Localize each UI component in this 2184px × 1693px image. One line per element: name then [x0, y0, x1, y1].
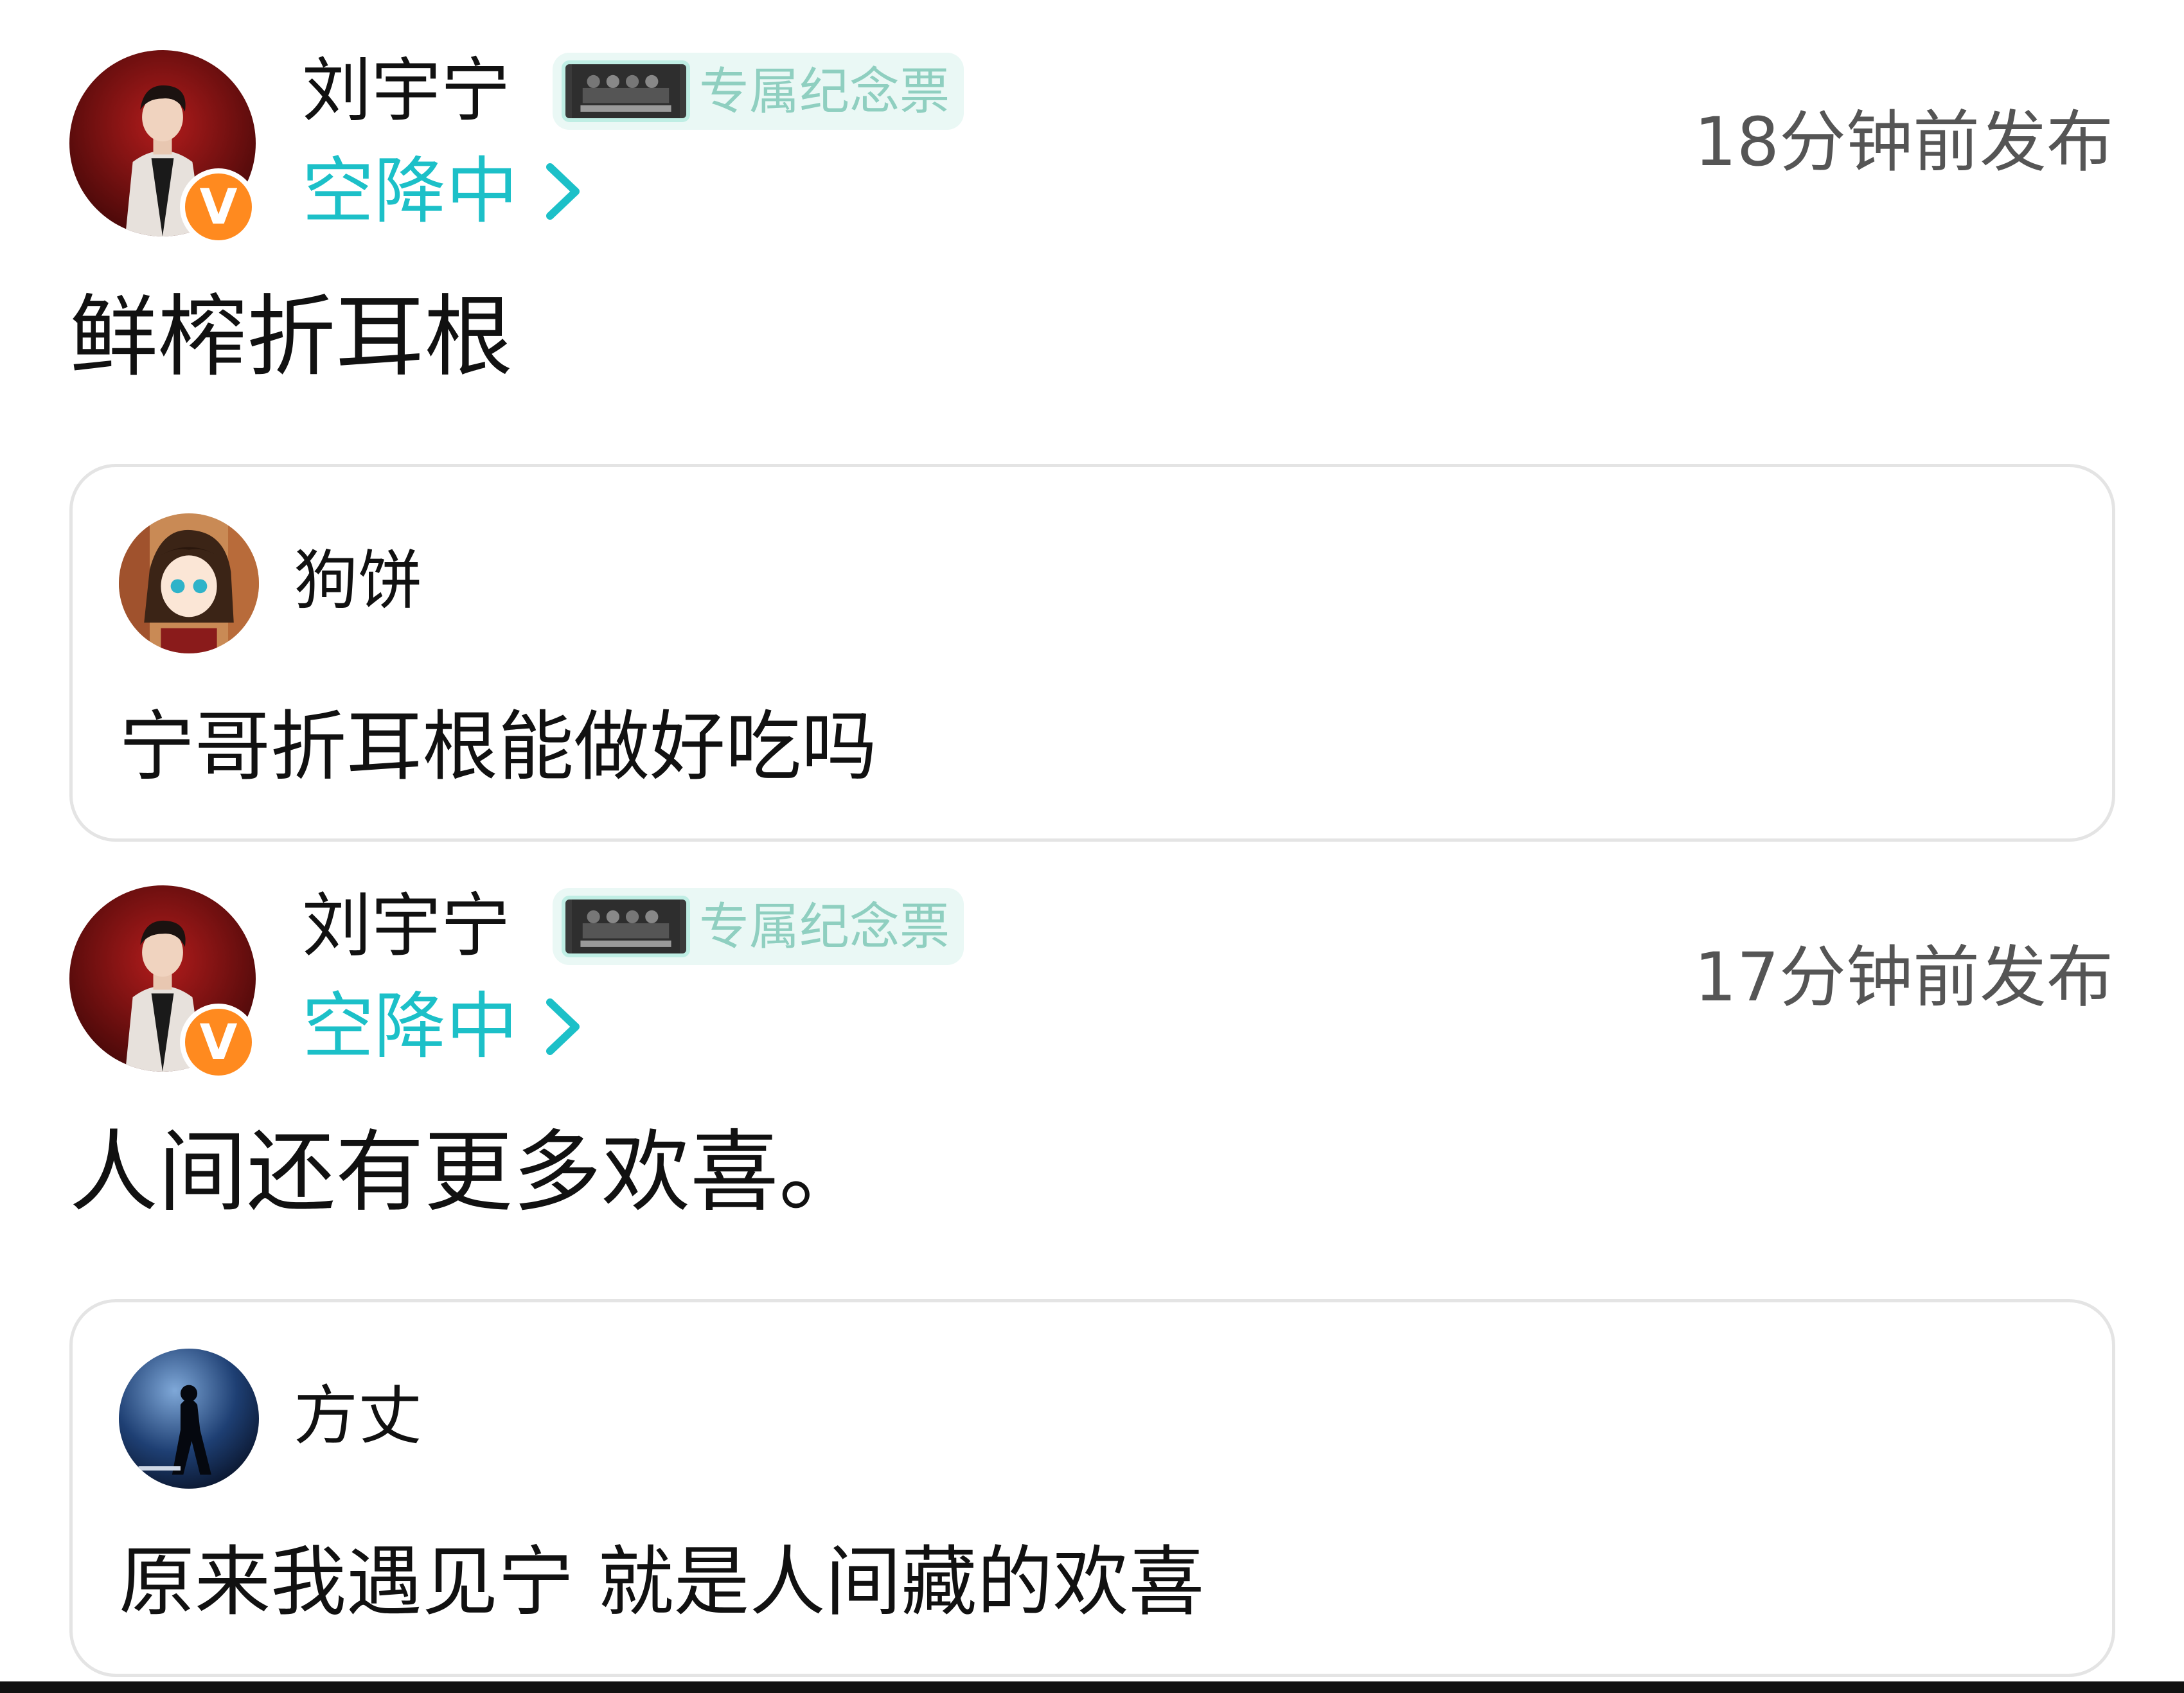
commemorative-ticket-badge[interactable]: 专属纪念票: [553, 53, 964, 130]
chevron-right-icon: [546, 163, 580, 220]
commemorative-ticket-badge[interactable]: 专属纪念票: [553, 888, 964, 965]
ticket-badge-label: 专属纪念票: [699, 63, 950, 121]
reply-card[interactable]: 方丈 原来我遇见宁 就是人间藏的欢喜: [69, 1299, 2115, 1677]
bottom-edge-bar: [0, 1681, 2184, 1693]
ticket-badge-label: 专属纪念票: [699, 898, 950, 956]
author-name[interactable]: 刘宇宁: [302, 882, 510, 971]
reply-avatar[interactable]: [119, 513, 259, 653]
verified-v-icon: V: [180, 1004, 257, 1081]
reply-text: 宁哥折耳根能做好吃吗: [119, 702, 878, 791]
live-status-label: 空降中: [302, 985, 518, 1068]
verified-v-icon: V: [180, 168, 257, 245]
reply-avatar-image: [119, 513, 259, 653]
post-text: 鲜榨折耳根: [69, 285, 513, 389]
ticket-thumbnail-icon: [562, 896, 690, 957]
reply-author-name[interactable]: 狗饼: [294, 539, 422, 623]
author-name[interactable]: 刘宇宁: [302, 46, 510, 136]
reply-text: 原来我遇见宁 就是人间藏的欢喜: [119, 1538, 1205, 1626]
reply-author-name[interactable]: 方丈: [294, 1374, 422, 1458]
post-text: 人间还有更多欢喜。: [69, 1121, 868, 1224]
chevron-right-icon: [546, 998, 580, 1055]
reply-avatar[interactable]: [119, 1349, 259, 1489]
live-status-link[interactable]: 空降中: [302, 982, 589, 1072]
reply-avatar-image: [119, 1349, 259, 1489]
reply-card[interactable]: 狗饼 宁哥折耳根能做好吃吗: [69, 464, 2115, 842]
live-status-label: 空降中: [302, 150, 518, 233]
live-status-link[interactable]: 空降中: [302, 146, 589, 236]
post-timestamp: 17分钟前发布: [1694, 938, 2113, 1016]
ticket-thumbnail-icon: [562, 60, 690, 122]
post-timestamp: 18分钟前发布: [1694, 103, 2113, 181]
